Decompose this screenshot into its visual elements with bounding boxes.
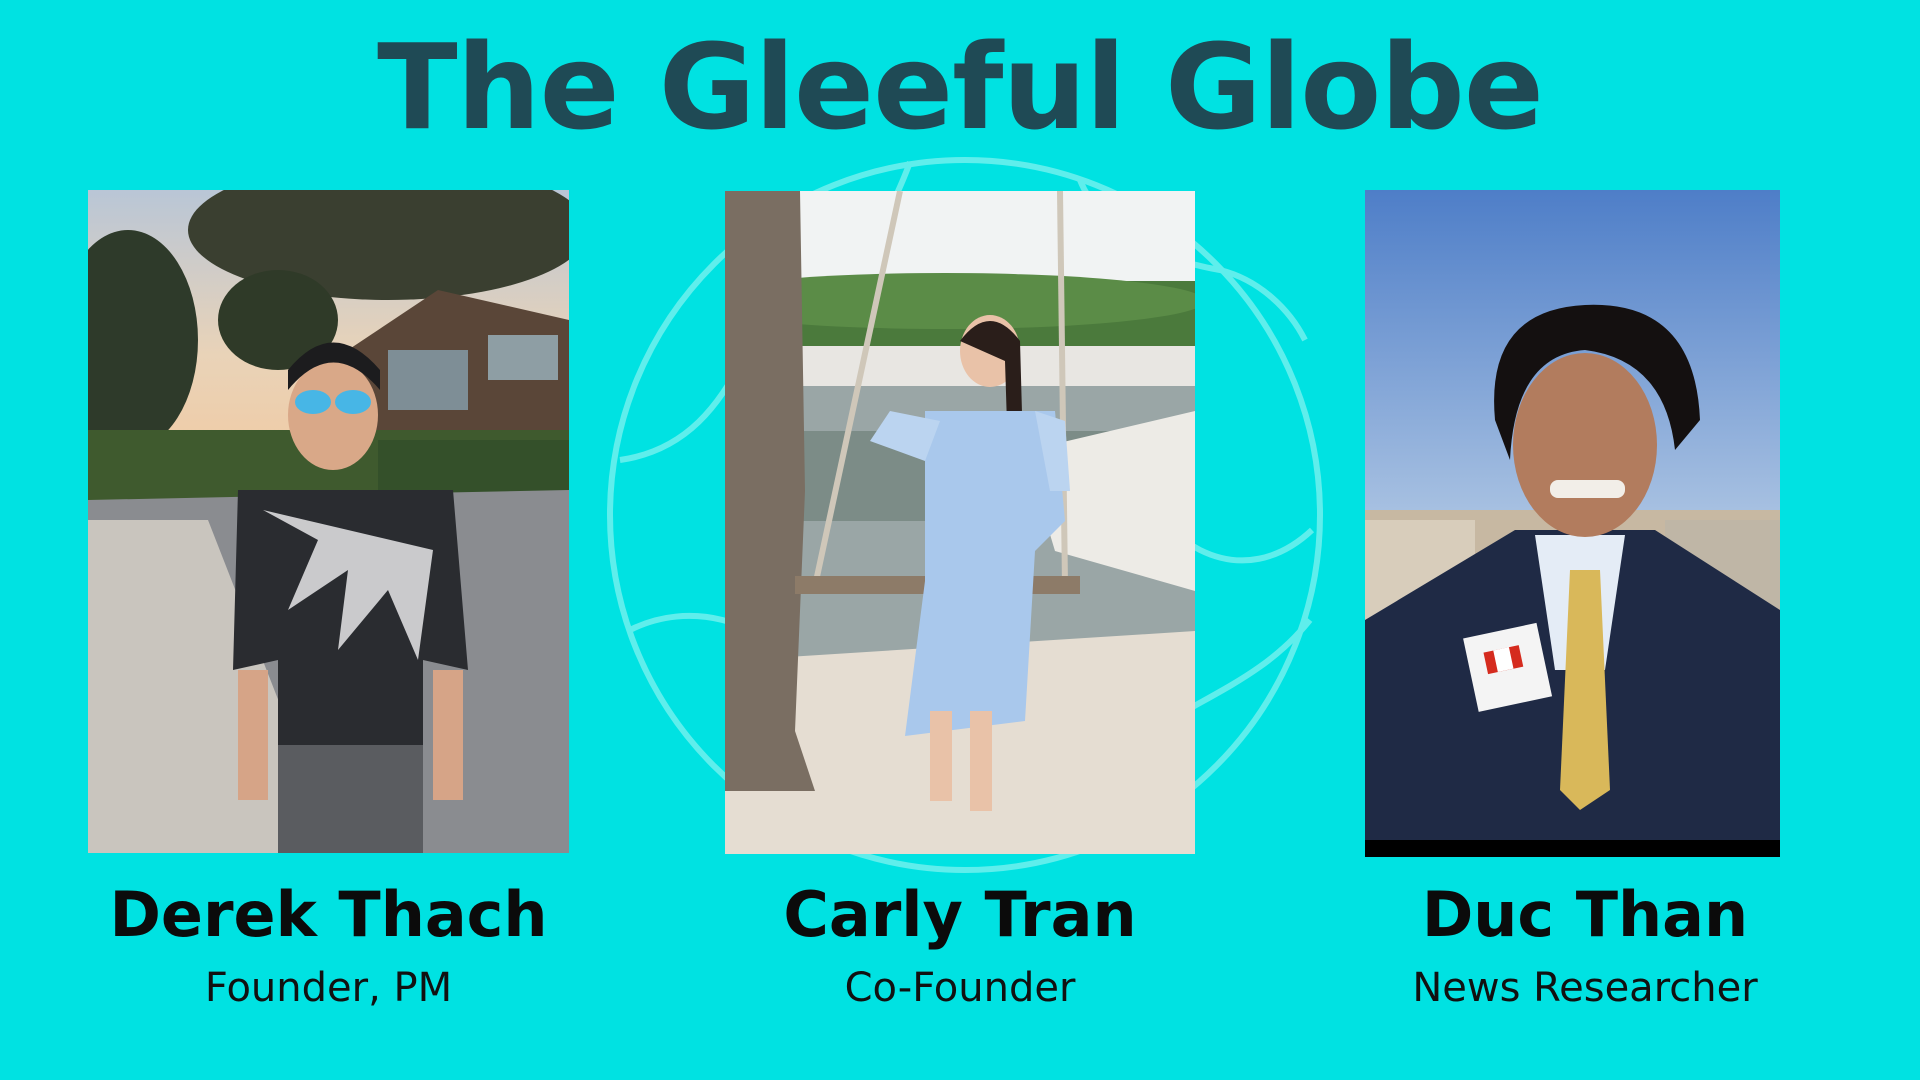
member-name-duc: Duc Than — [1421, 878, 1749, 951]
member-name-carly: Carly Tran — [783, 878, 1137, 951]
member-role-duc: News Researcher — [1412, 965, 1758, 1011]
member-name-derek: Derek Thach — [109, 878, 548, 951]
member-photo-carly — [725, 191, 1195, 854]
member-role-derek: Founder, PM — [204, 965, 453, 1011]
member-photo-derek — [88, 190, 569, 853]
member-role-carly: Co-Founder — [844, 965, 1076, 1011]
page-title: The Gleeful Globe — [377, 18, 1544, 156]
member-photo-duc — [1365, 190, 1780, 857]
slide-canvas: The Gleeful Globe Derek Thach Founder, P… — [0, 0, 1920, 1080]
